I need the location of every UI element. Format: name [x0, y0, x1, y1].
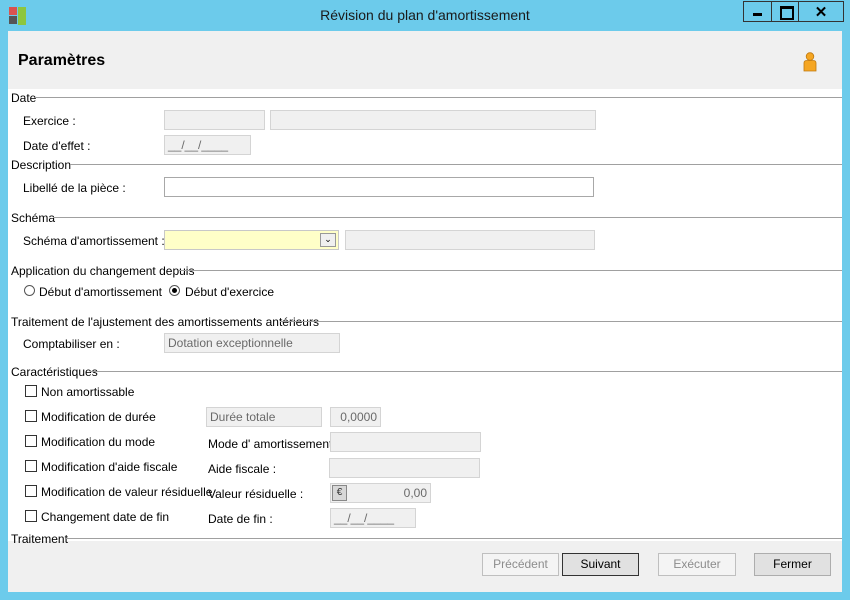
fermer-button[interactable]: Fermer [754, 553, 831, 576]
radio-debut-amortissement-label[interactable]: Début d'amortissement [39, 285, 162, 299]
date-effet-label: Date d'effet : [23, 139, 91, 153]
header-band: Paramètres [8, 31, 842, 89]
checkbox-modif-mode[interactable] [25, 435, 37, 447]
checkbox-modif-valeur[interactable] [25, 485, 37, 497]
mode-amortissement-field [330, 432, 481, 452]
modif-aide-label[interactable]: Modification d'aide fiscale [41, 460, 177, 474]
comptabiliser-field: Dotation exceptionnelle [164, 333, 340, 353]
divider [280, 321, 842, 322]
mode-amortissement-label: Mode d' amortissement : [208, 437, 340, 451]
radio-debut-exercice-label[interactable]: Début d'exercice [185, 285, 274, 299]
exercice-label: Exercice : [23, 114, 76, 128]
maximize-button[interactable] [771, 1, 799, 22]
executer-button[interactable]: Exécuter [658, 553, 736, 576]
close-icon: ✕ [814, 4, 828, 21]
checkbox-non-amortissable[interactable] [25, 385, 37, 397]
valeur-residuelle-label: Valeur résiduelle : [208, 487, 304, 501]
schema-label: Schéma d'amortissement : [23, 234, 165, 248]
comptabiliser-label: Comptabiliser en : [23, 337, 120, 351]
duree-value-field: 0,0000 [330, 407, 381, 427]
date-fin-label: Date de fin : [208, 512, 273, 526]
modif-duree-label[interactable]: Modification de durée [41, 410, 156, 424]
divider [70, 164, 842, 165]
divider [90, 371, 842, 372]
radio-debut-amortissement[interactable] [24, 285, 35, 296]
schema-combo[interactable] [164, 230, 339, 250]
valeur-residuelle-value: 0,00 [403, 486, 427, 500]
section-schema: Schéma [11, 211, 56, 225]
section-description: Description [11, 158, 72, 172]
section-application: Application du changement depuis [11, 264, 195, 278]
radio-debut-exercice[interactable] [169, 285, 180, 296]
duree-totale-field: Durée totale [206, 407, 322, 427]
divider [179, 270, 842, 271]
divider [35, 97, 842, 98]
date-effet-field[interactable]: __/__/____ [164, 135, 251, 155]
changement-date-label[interactable]: Changement date de fin [41, 510, 169, 524]
date-fin-field: __/__/____ [330, 508, 416, 528]
valeur-residuelle-field: € 0,00 [330, 483, 431, 503]
close-button[interactable]: ✕ [798, 1, 844, 22]
section-traitement-ajustement: Traitement de l'ajustement des amortisse… [11, 315, 319, 329]
app-window: Révision du plan d'amortissement ✕ Param… [0, 0, 850, 600]
section-traitement: Traitement [11, 532, 68, 546]
libelle-input[interactable] [164, 177, 594, 197]
dialog-client: Paramètres Date Exercice : Date d'effet … [8, 31, 842, 592]
libelle-label: Libellé de la pièce : [23, 181, 126, 195]
euro-icon: € [332, 485, 347, 501]
person-icon[interactable] [802, 52, 818, 72]
minimize-button[interactable] [743, 1, 772, 22]
aide-fiscale-field [329, 458, 480, 478]
suivant-button[interactable]: Suivant [562, 553, 639, 576]
checkbox-modif-aide[interactable] [25, 460, 37, 472]
divider [66, 538, 842, 539]
exercice-field[interactable] [164, 110, 265, 130]
precedent-button[interactable]: Précédent [482, 553, 559, 576]
window-title: Révision du plan d'amortissement [320, 7, 530, 23]
exercice-description-field [270, 110, 596, 130]
section-date: Date [11, 91, 37, 105]
checkbox-modif-duree[interactable] [25, 410, 37, 422]
non-amortissable-label[interactable]: Non amortissable [41, 385, 134, 399]
modif-mode-label[interactable]: Modification du mode [41, 435, 155, 449]
title-bar[interactable]: Révision du plan d'amortissement ✕ [0, 0, 850, 31]
divider [53, 217, 842, 218]
modif-valeur-label[interactable]: Modification de valeur résiduelle [41, 485, 212, 499]
chevron-down-icon[interactable]: ⌄ [320, 233, 336, 247]
checkbox-changement-date[interactable] [25, 510, 37, 522]
page-title: Paramètres [18, 52, 106, 69]
section-caracteristiques: Caractéristiques [11, 365, 98, 379]
aide-fiscale-label: Aide fiscale : [208, 462, 277, 476]
schema-description-field [345, 230, 595, 250]
